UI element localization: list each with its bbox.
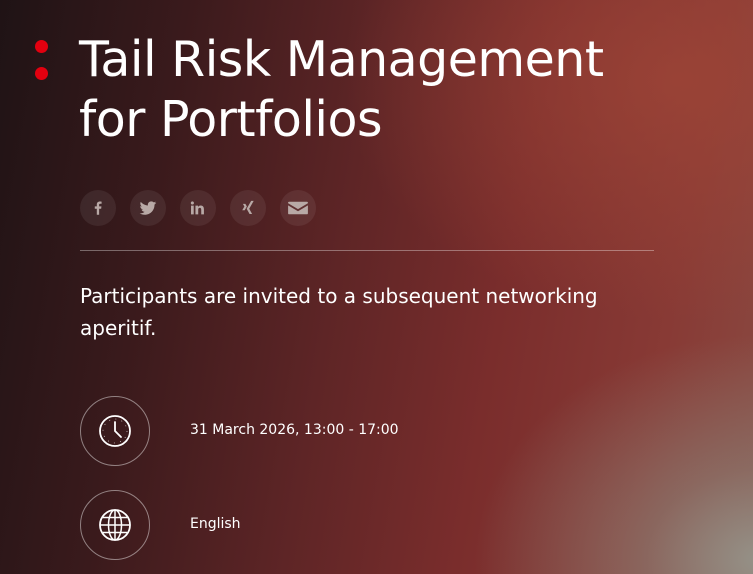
red-dot: [35, 67, 48, 80]
event-language: English: [190, 516, 241, 532]
event-intro-text: Participants are invited to a subsequent…: [80, 284, 598, 340]
share-bar: [80, 190, 316, 226]
divider: [80, 250, 654, 251]
share-xing-button[interactable]: [230, 190, 266, 226]
globe-icon-circle: [80, 490, 150, 560]
clock-icon-circle: [80, 396, 150, 466]
clock-icon: [99, 415, 131, 447]
twitter-icon: [139, 201, 157, 215]
brand-dots: [35, 40, 49, 82]
xing-icon: [242, 200, 254, 214]
email-icon: [288, 201, 308, 215]
share-facebook-button[interactable]: [80, 190, 116, 226]
share-twitter-button[interactable]: [130, 190, 166, 226]
page-title-line-2: for Portfolios: [79, 91, 383, 148]
event-language-row: English: [80, 490, 680, 560]
page-title: Tail Risk Management for Portfolios: [79, 30, 679, 150]
share-linkedin-button[interactable]: [180, 190, 216, 226]
red-dot: [35, 40, 48, 53]
globe-icon: [99, 509, 131, 541]
share-email-button[interactable]: [280, 190, 316, 226]
facebook-icon: [94, 201, 102, 215]
linkedin-icon: [190, 201, 204, 215]
page-title-line-1: Tail Risk Management: [79, 31, 604, 88]
event-datetime: 31 March 2026, 13:00 - 17:00: [190, 422, 399, 438]
event-datetime-row: 31 March 2026, 13:00 - 17:00: [80, 396, 680, 466]
